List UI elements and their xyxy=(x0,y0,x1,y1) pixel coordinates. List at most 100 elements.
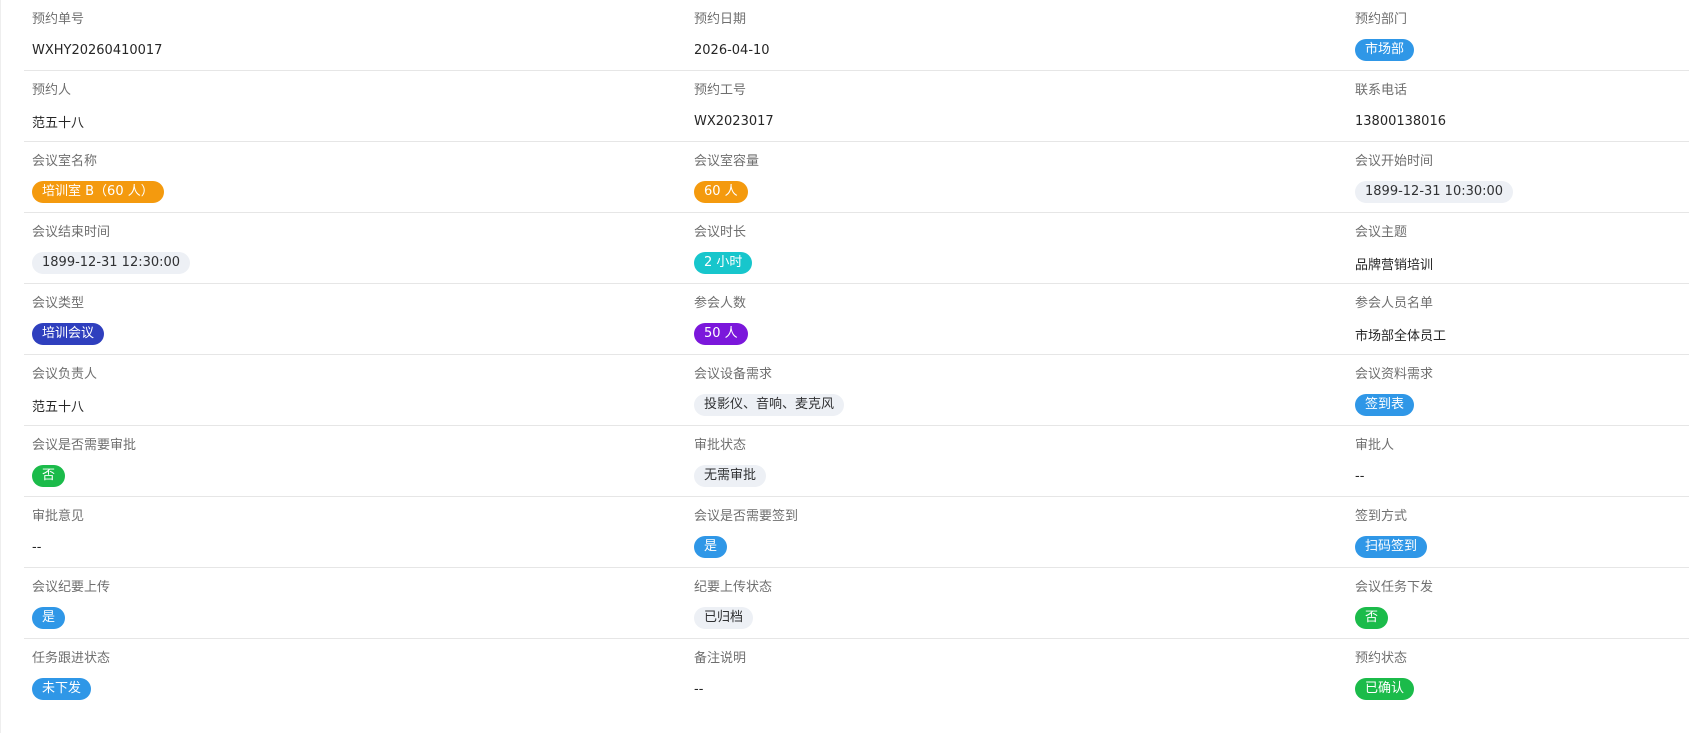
detail-row: 审批意见 -- 会议是否需要签到 是 签到方式 扫码签到 xyxy=(24,497,1689,568)
detail-row: 任务跟进状态 未下发 备注说明 -- 预约状态 已确认 xyxy=(24,639,1689,710)
end-time-tag: 1899-12-31 12:30:00 xyxy=(32,252,191,274)
field-task-followup: 任务跟进状态 未下发 xyxy=(32,650,110,700)
needs-checkin-tag: 是 xyxy=(694,536,728,558)
employee-id-value: WX2023017 xyxy=(694,113,774,129)
field-label: 会议结束时间 xyxy=(32,225,111,240)
field-label: 会议是否需要审批 xyxy=(32,438,137,453)
field-booking-number: 预约单号 WXHY20260410017 xyxy=(32,11,162,61)
meeting-detail-grid: 预约单号 WXHY20260410017 预约日期 2026-04-10 预约部… xyxy=(24,0,1689,710)
field-label: 预约人 xyxy=(32,83,72,98)
field-room-capacity: 会议室容量 60 人 xyxy=(694,153,759,203)
field-label: 会议纪要上传 xyxy=(32,580,111,595)
approver-value: -- xyxy=(1355,468,1365,484)
minutes-upload-tag: 是 xyxy=(32,607,66,629)
field-label: 参会人员名单 xyxy=(1355,296,1434,311)
field-label: 会议开始时间 xyxy=(1355,154,1434,169)
field-topic: 会议主题 品牌营销培训 xyxy=(1355,224,1433,274)
remarks-value: -- xyxy=(694,681,704,697)
field-label: 会议设备需求 xyxy=(694,367,773,382)
task-dispatch-tag: 否 xyxy=(1355,607,1389,629)
detail-row: 预约单号 WXHY20260410017 预约日期 2026-04-10 预约部… xyxy=(24,0,1689,71)
field-label: 预约状态 xyxy=(1355,651,1408,666)
field-label: 会议室容量 xyxy=(694,154,760,169)
field-label: 预约部门 xyxy=(1355,12,1408,27)
field-label: 审批状态 xyxy=(694,438,747,453)
field-label: 联系电话 xyxy=(1355,83,1408,98)
checkin-method-tag: 扫码签到 xyxy=(1355,536,1428,558)
meeting-type-tag: 培训会议 xyxy=(32,323,105,345)
field-label: 任务跟进状态 xyxy=(32,651,111,666)
field-label: 纪要上传状态 xyxy=(694,580,773,595)
field-label: 审批意见 xyxy=(32,509,85,524)
field-minutes-status: 纪要上传状态 已归档 xyxy=(694,579,772,629)
field-label: 会议主题 xyxy=(1355,225,1408,240)
field-label: 备注说明 xyxy=(694,651,747,666)
phone-value: 13800138016 xyxy=(1355,113,1446,129)
approval-comment-value: -- xyxy=(32,539,42,555)
detail-row: 预约人 范五十八 预约工号 WX2023017 联系电话 13800138016 xyxy=(24,71,1689,142)
minutes-status-tag: 已归档 xyxy=(694,607,754,629)
topic-value: 品牌营销培训 xyxy=(1355,257,1434,273)
field-label: 预约日期 xyxy=(694,12,747,27)
field-task-dispatch: 会议任务下发 否 xyxy=(1355,579,1433,629)
detail-row: 会议是否需要审批 否 审批状态 无需审批 审批人 -- xyxy=(24,426,1689,497)
department-tag: 市场部 xyxy=(1355,39,1415,61)
field-approval-status: 审批状态 无需审批 xyxy=(694,437,767,487)
field-department: 预约部门 市场部 xyxy=(1355,11,1415,61)
left-border xyxy=(0,0,1,733)
field-attendee-count: 参会人数 50 人 xyxy=(694,295,748,345)
materials-tag: 签到表 xyxy=(1355,394,1415,416)
field-duration: 会议时长 2 小时 xyxy=(694,224,753,274)
field-remarks: 备注说明 -- xyxy=(694,650,746,700)
approval-status-tag: 无需审批 xyxy=(694,465,767,487)
detail-row: 会议结束时间 1899-12-31 12:30:00 会议时长 2 小时 会议主… xyxy=(24,213,1689,284)
field-label: 签到方式 xyxy=(1355,509,1408,524)
detail-row: 会议类型 培训会议 参会人数 50 人 参会人员名单 市场部全体员工 xyxy=(24,284,1689,355)
field-label: 会议是否需要签到 xyxy=(694,509,799,524)
attendee-count-tag: 50 人 xyxy=(694,323,748,345)
field-attendee-list: 参会人员名单 市场部全体员工 xyxy=(1355,295,1446,345)
field-label: 会议室名称 xyxy=(32,154,98,169)
field-label: 会议任务下发 xyxy=(1355,580,1434,595)
field-employee-id: 预约工号 WX2023017 xyxy=(694,82,774,132)
detail-row: 会议负责人 范五十八 会议设备需求 投影仪、音响、麦克风 会议资料需求 签到表 xyxy=(24,355,1689,426)
needs-approval-tag: 否 xyxy=(32,465,66,487)
booking-date-value: 2026-04-10 xyxy=(694,42,770,58)
field-label: 审批人 xyxy=(1355,438,1395,453)
field-needs-approval: 会议是否需要审批 否 xyxy=(32,437,136,487)
field-phone: 联系电话 13800138016 xyxy=(1355,82,1446,132)
field-minutes-upload: 会议纪要上传 是 xyxy=(32,579,110,629)
booking-number-value: WXHY20260410017 xyxy=(32,42,163,58)
detail-row: 会议室名称 培训室 B（60 人） 会议室容量 60 人 会议开始时间 1899… xyxy=(24,142,1689,213)
field-owner: 会议负责人 范五十八 xyxy=(32,366,97,416)
field-needs-checkin: 会议是否需要签到 是 xyxy=(694,508,798,558)
booker-value: 范五十八 xyxy=(32,115,85,131)
field-booker: 预约人 范五十八 xyxy=(32,82,84,132)
duration-tag: 2 小时 xyxy=(694,252,753,274)
field-label: 预约单号 xyxy=(32,12,85,27)
task-followup-tag: 未下发 xyxy=(32,678,92,700)
room-name-tag: 培训室 B（60 人） xyxy=(32,181,164,203)
field-end-time: 会议结束时间 1899-12-31 12:30:00 xyxy=(32,224,191,274)
attendee-list-value: 市场部全体员工 xyxy=(1355,328,1447,344)
field-approval-comment: 审批意见 -- xyxy=(32,508,84,558)
field-approver: 审批人 -- xyxy=(1355,437,1394,487)
field-meeting-type: 会议类型 培训会议 xyxy=(32,295,105,345)
field-equipment: 会议设备需求 投影仪、音响、麦克风 xyxy=(694,366,845,416)
field-room-name: 会议室名称 培训室 B（60 人） xyxy=(32,153,164,203)
field-label: 会议资料需求 xyxy=(1355,367,1434,382)
field-label: 会议时长 xyxy=(694,225,747,240)
field-label: 会议负责人 xyxy=(32,367,98,382)
field-materials: 会议资料需求 签到表 xyxy=(1355,366,1433,416)
equipment-tag: 投影仪、音响、麦克风 xyxy=(694,394,845,416)
field-label: 预约工号 xyxy=(694,83,747,98)
room-capacity-tag: 60 人 xyxy=(694,181,748,203)
field-start-time: 会议开始时间 1899-12-31 10:30:00 xyxy=(1355,153,1514,203)
booking-status-tag: 已确认 xyxy=(1355,678,1415,700)
detail-row: 会议纪要上传 是 纪要上传状态 已归档 会议任务下发 否 xyxy=(24,568,1689,639)
field-booking-date: 预约日期 2026-04-10 xyxy=(694,11,770,61)
start-time-tag: 1899-12-31 10:30:00 xyxy=(1355,181,1514,203)
field-booking-status: 预约状态 已确认 xyxy=(1355,650,1415,700)
field-label: 参会人数 xyxy=(694,296,747,311)
field-checkin-method: 签到方式 扫码签到 xyxy=(1355,508,1428,558)
